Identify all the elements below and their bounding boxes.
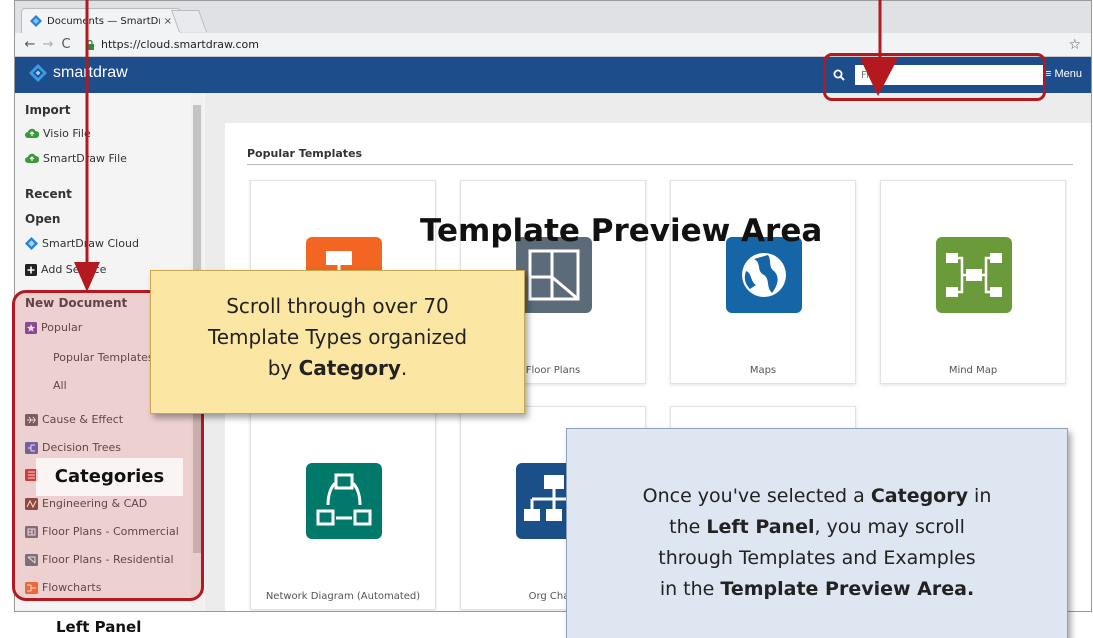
callout-line: by Category. bbox=[167, 353, 508, 384]
categories-label: Categories bbox=[36, 458, 183, 496]
callout-line: Scroll through over 70 bbox=[226, 294, 449, 318]
callout-text: , you may scroll bbox=[814, 516, 965, 538]
left-panel-arrow-head bbox=[74, 262, 100, 292]
callout-line: in the Template Preview Area. bbox=[587, 574, 1047, 605]
scroll-callout: Scroll through over 70 Template Types or… bbox=[150, 270, 525, 414]
search-arrow-head bbox=[860, 58, 898, 96]
callout-line: Template Types organized bbox=[207, 325, 468, 349]
callout-text: in bbox=[968, 485, 992, 507]
callout-line: Once you've selected a Category in bbox=[587, 481, 1047, 512]
callout-text: by bbox=[267, 356, 299, 380]
callout-emphasis: Category bbox=[870, 485, 968, 507]
callout-text: Once you've selected a bbox=[642, 485, 871, 507]
preview-area-callout: Once you've selected a Category in the L… bbox=[566, 428, 1068, 638]
callout-line: the Left Panel, you may scroll bbox=[587, 512, 1047, 543]
callout-line: through Templates and Examples bbox=[658, 547, 976, 569]
callout-text: . bbox=[400, 356, 408, 380]
callout-emphasis: Template Preview Area. bbox=[720, 578, 975, 600]
template-preview-area-label: Template Preview Area bbox=[420, 213, 823, 249]
callout-emphasis: Left Panel bbox=[706, 516, 815, 538]
callout-emphasis: Category bbox=[298, 356, 401, 380]
callout-text: the bbox=[669, 516, 707, 538]
left-panel-label: Left Panel bbox=[56, 618, 142, 636]
callout-text: in the bbox=[659, 578, 721, 600]
